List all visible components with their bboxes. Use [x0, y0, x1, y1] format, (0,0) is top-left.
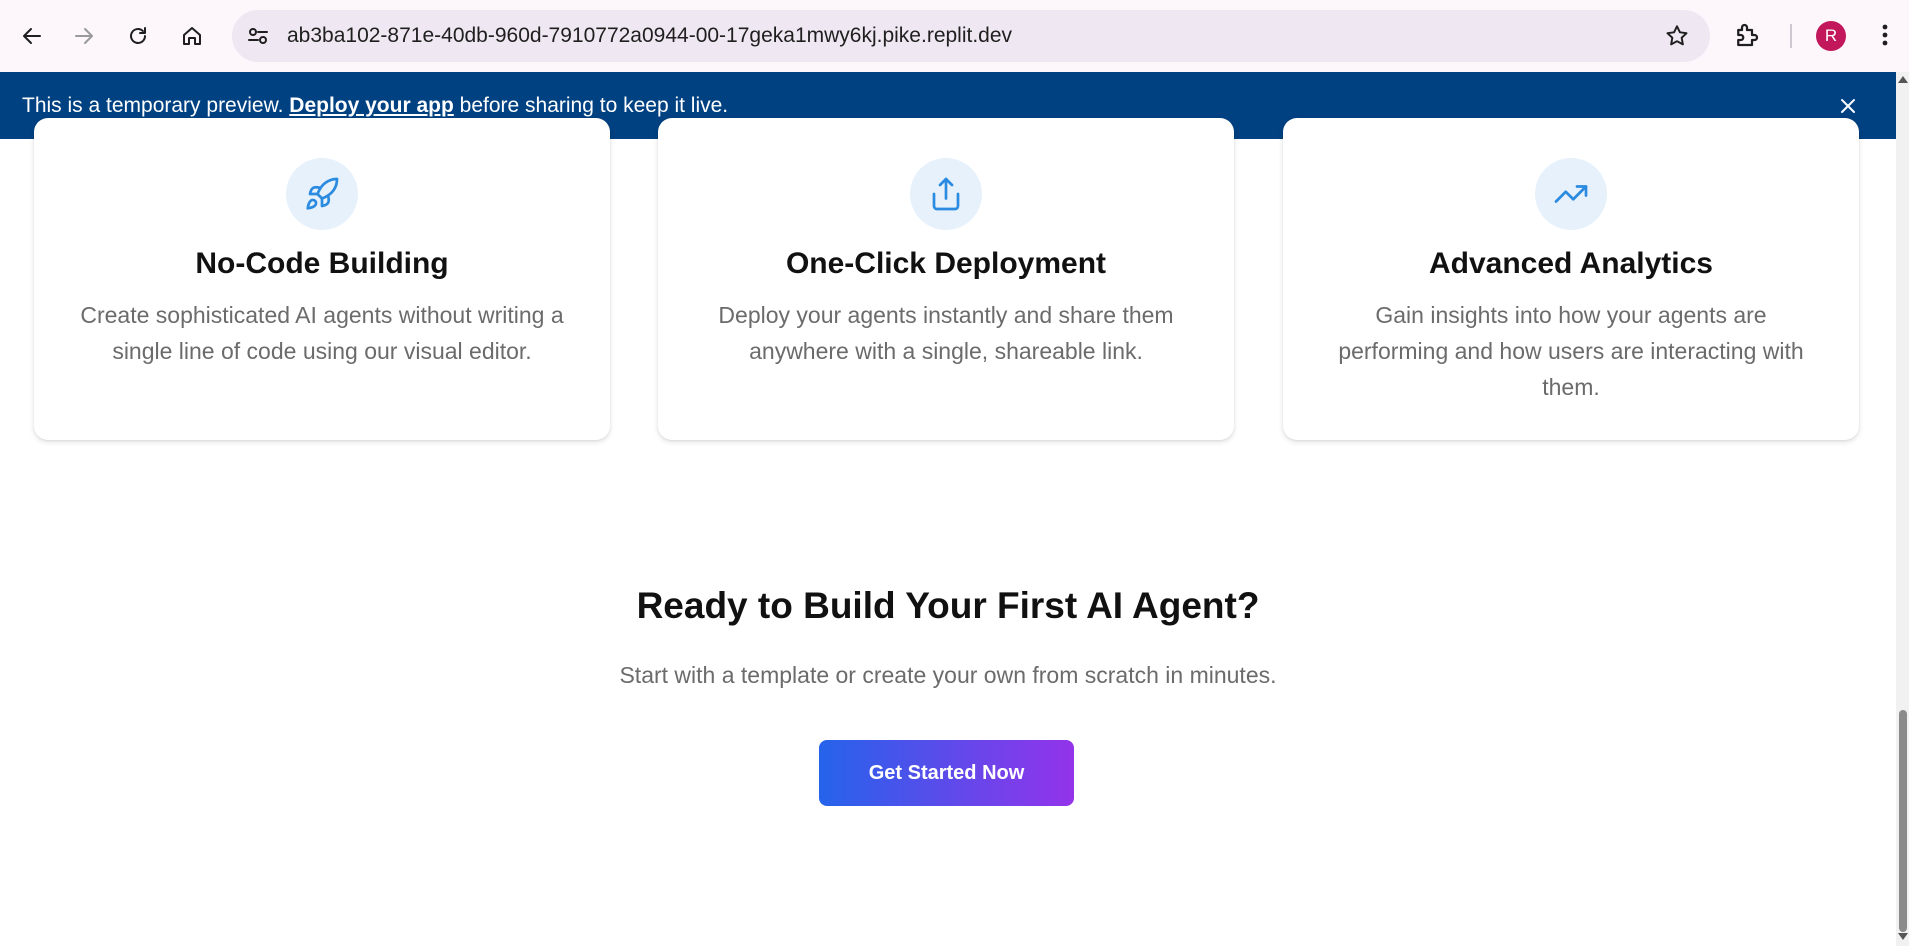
feature-icon-circle — [910, 158, 982, 230]
reload-icon — [130, 27, 146, 44]
feature-card-no-code: No-Code Building Create sophisticated AI… — [34, 118, 610, 440]
puzzle-icon[interactable] — [1732, 20, 1762, 50]
url-text[interactable]: ab3ba102-871e-40db-960d-7910772a0944-00-… — [287, 24, 1012, 48]
cta-subtitle: Start with a template or create your own… — [619, 662, 1277, 688]
scroll-up-arrow[interactable] — [1898, 76, 1908, 83]
feature-title: Advanced Analytics — [1429, 247, 1713, 280]
cta-title: Ready to Build Your First AI Agent? — [636, 585, 1260, 626]
toolbar-divider — [1790, 24, 1792, 48]
home-icon — [183, 27, 201, 45]
tune-icon[interactable] — [246, 24, 270, 48]
address-bar[interactable]: ab3ba102-871e-40db-960d-7910772a0944-00-… — [232, 10, 1710, 62]
arrow-left-icon — [23, 28, 41, 44]
arrow-right-icon — [75, 28, 93, 44]
banner-suffix: before sharing to keep it live. — [459, 94, 729, 117]
scroll-down-arrow[interactable] — [1898, 933, 1908, 940]
get-started-button[interactable]: Get Started Now — [819, 740, 1074, 806]
feature-icon-circle — [286, 158, 358, 230]
feature-card-analytics: Advanced Analytics Gain insights into ho… — [1283, 118, 1859, 440]
browser-toolbar: ab3ba102-871e-40db-960d-7910772a0944-00-… — [0, 0, 1909, 72]
reload-button[interactable] — [118, 16, 158, 56]
feature-card-deployment: One-Click Deployment Deploy your agents … — [658, 118, 1234, 440]
feature-description: Create sophisticated AI agents without w… — [80, 302, 564, 364]
deploy-app-link[interactable]: Deploy your app — [289, 94, 454, 117]
kebab-icon — [1882, 24, 1888, 46]
feature-title: No-Code Building — [195, 247, 449, 280]
feature-description: Deploy your agents instantly and share t… — [718, 302, 1174, 364]
banner-message: This is a temporary preview. Deploy your… — [22, 93, 728, 119]
share-icon — [932, 177, 960, 211]
banner-prefix: This is a temporary preview. — [22, 94, 284, 117]
star-icon[interactable] — [1664, 23, 1690, 49]
feature-title: One-Click Deployment — [785, 247, 1107, 280]
trending-up-icon — [1554, 185, 1588, 203]
scrollbar-thumb[interactable] — [1899, 710, 1907, 932]
menu-button[interactable] — [1870, 20, 1900, 50]
back-button[interactable] — [12, 16, 52, 56]
home-button[interactable] — [172, 16, 212, 56]
close-icon[interactable] — [1836, 94, 1860, 118]
feature-icon-circle — [1535, 158, 1607, 230]
feature-description: Gain insights into how your agents are p… — [1338, 302, 1804, 400]
forward-button[interactable] — [64, 16, 104, 56]
rocket-icon — [306, 177, 339, 210]
avatar[interactable]: R — [1816, 21, 1846, 51]
